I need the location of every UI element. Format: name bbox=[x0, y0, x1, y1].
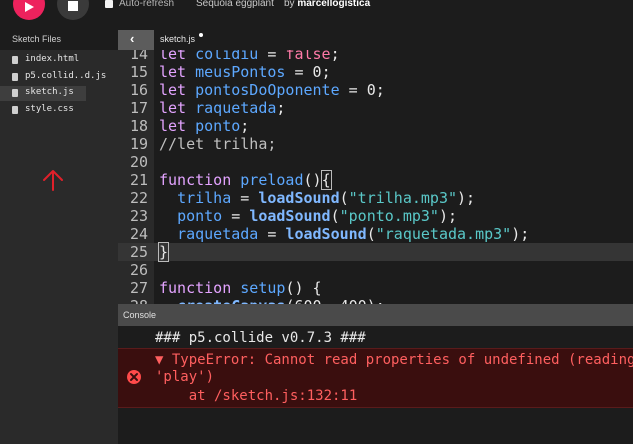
code-line: 15 let meusPontos = 0; bbox=[118, 63, 633, 81]
line-number: 20 bbox=[129, 153, 148, 171]
code-text: createCanvas(600, 400); bbox=[159, 297, 385, 304]
code-text: let ponto; bbox=[159, 117, 250, 135]
line-number: 17 bbox=[129, 99, 148, 117]
chevron-left-icon: ‹ bbox=[130, 31, 135, 46]
line-number: 21 bbox=[129, 171, 148, 189]
file-name: sketch.js bbox=[25, 87, 74, 97]
red-arrow-up-icon bbox=[43, 170, 63, 191]
code-line: 17 let raquetada; bbox=[118, 99, 633, 117]
error-stack-location[interactable]: at /sketch.js:132:11 bbox=[155, 388, 358, 405]
file-name: p5.collid..d.js bbox=[25, 71, 107, 81]
file-name: style.css bbox=[25, 104, 74, 114]
line-number: 28 bbox=[118, 297, 148, 304]
line-number: 15 bbox=[129, 63, 148, 81]
file-icon bbox=[12, 106, 18, 114]
stop-icon bbox=[68, 1, 78, 11]
code-line: 20 bbox=[118, 153, 633, 171]
auto-refresh-label: Auto-refresh bbox=[119, 0, 175, 9]
code-text: function setup() { bbox=[159, 279, 322, 297]
code-text: let pontosDoOponente = 0; bbox=[159, 81, 385, 99]
code-line-current: 25 } bbox=[118, 242, 633, 262]
sidebar-header: Sketch Files bbox=[0, 30, 118, 50]
code-text: ponto = loadSound("ponto.mp3"); bbox=[177, 207, 458, 225]
unsaved-dot-icon bbox=[199, 33, 203, 37]
console-log-line: ### p5.collide v0.7.3 ### bbox=[155, 330, 366, 346]
code-line: 21 function preload(){ bbox=[118, 170, 633, 190]
stop-button[interactable] bbox=[57, 0, 89, 20]
sidebar-item-p5-collide-js[interactable]: p5.collid..d.js bbox=[0, 70, 106, 85]
code-text: function preload(){ bbox=[159, 170, 332, 190]
code-line: 27 function setup() { bbox=[118, 279, 633, 297]
code-line: 18 let ponto; bbox=[118, 117, 633, 135]
code-line: 26 bbox=[118, 261, 633, 279]
code-line: 24 raquetada = loadSound("raquetada.mp3"… bbox=[118, 225, 633, 243]
line-number: 25 bbox=[129, 243, 148, 261]
code-line: 19 //let trilha; bbox=[118, 135, 633, 153]
code-editor[interactable]: 14 let colidiu = false; 15 let meusPonto… bbox=[118, 50, 633, 304]
code-text: //let trilha; bbox=[159, 135, 277, 153]
error-message[interactable]: ▼ TypeError: Cannot read properties of u… bbox=[155, 352, 633, 369]
sidebar-item-sketch-js[interactable]: sketch.js bbox=[0, 86, 86, 101]
toolbar: Auto-refresh Sequoia eggplant by marcell… bbox=[0, 0, 633, 30]
code-line: 23 ponto = loadSound("ponto.mp3"); bbox=[118, 207, 633, 225]
code-line: 28 createCanvas(600, 400); bbox=[118, 297, 633, 304]
console-header[interactable]: Console bbox=[118, 304, 633, 326]
code-text: let meusPontos = 0; bbox=[159, 63, 331, 81]
sidebar-item-style-css[interactable]: style.css bbox=[0, 103, 86, 118]
code-line: 14 let colidiu = false; bbox=[118, 50, 633, 63]
line-number: 22 bbox=[129, 189, 148, 207]
play-icon bbox=[25, 2, 34, 12]
sidebar-title: Sketch Files bbox=[12, 34, 62, 44]
code-text: let raquetada; bbox=[159, 99, 286, 117]
line-number: 16 bbox=[129, 81, 148, 99]
byline-user-link[interactable]: marcellogistica bbox=[297, 0, 370, 9]
line-number: 23 bbox=[129, 207, 148, 225]
file-icon bbox=[12, 89, 18, 97]
sketch-files-sidebar: Sketch Files index.html p5.collid..d.js … bbox=[0, 30, 118, 444]
byline-prefix: by bbox=[284, 0, 295, 9]
line-number: 19 bbox=[129, 135, 148, 153]
console-error: ▼ TypeError: Cannot read properties of u… bbox=[118, 348, 633, 408]
play-button[interactable] bbox=[13, 0, 45, 20]
line-number: 14 bbox=[129, 50, 148, 63]
error-icon bbox=[127, 370, 141, 384]
file-name: index.html bbox=[25, 54, 80, 64]
console-title: Console bbox=[123, 310, 157, 320]
code-text: raquetada = loadSound("raquetada.mp3"); bbox=[177, 225, 530, 243]
code-line: 16 let pontosDoOponente = 0; bbox=[118, 81, 633, 99]
collapse-sidebar-button[interactable]: ‹ bbox=[118, 30, 154, 50]
line-number: 18 bbox=[129, 117, 148, 135]
code-text: } bbox=[157, 242, 170, 262]
project-title[interactable]: Sequoia eggplant bbox=[196, 0, 274, 10]
file-icon bbox=[12, 73, 18, 81]
sidebar-item-index-html[interactable]: index.html bbox=[0, 53, 86, 68]
auto-refresh-checkbox[interactable] bbox=[105, 0, 113, 8]
error-message-continued: 'play') bbox=[155, 369, 215, 385]
tab-sketch-js[interactable]: sketch.js bbox=[160, 34, 195, 44]
line-number: 26 bbox=[129, 261, 148, 279]
code-line: 22 trilha = loadSound("trilha.mp3"); bbox=[118, 189, 633, 207]
code-text: trilha = loadSound("trilha.mp3"); bbox=[177, 189, 476, 207]
line-number: 24 bbox=[129, 225, 148, 243]
console-output: ### p5.collide v0.7.3 ### ▼ TypeError: C… bbox=[118, 326, 633, 444]
code-text: let colidiu = false; bbox=[159, 50, 340, 63]
byline: by marcellogistica bbox=[284, 0, 370, 10]
file-icon bbox=[12, 56, 18, 64]
line-number: 27 bbox=[129, 279, 148, 297]
editor-tab-bar: sketch.js bbox=[154, 30, 633, 50]
